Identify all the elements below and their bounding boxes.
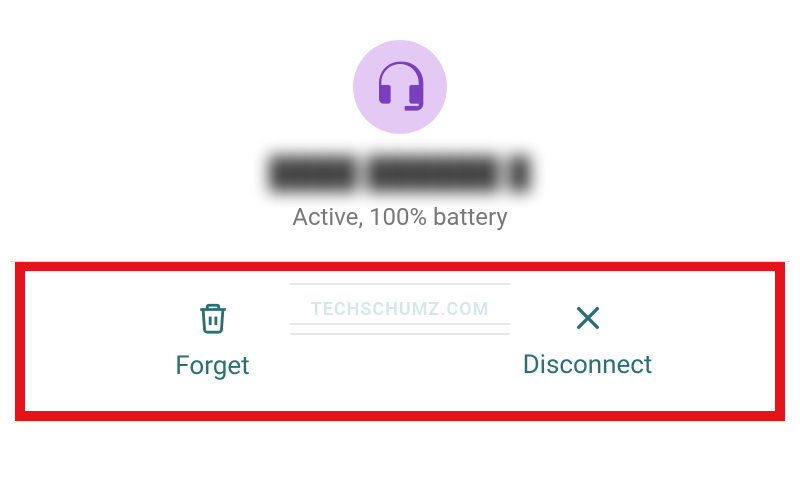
watermark-line xyxy=(290,323,510,325)
device-name: ████ ██████ █ xyxy=(269,156,531,191)
close-icon xyxy=(572,302,604,338)
disconnect-label: Disconnect xyxy=(523,350,653,380)
watermark-line xyxy=(290,333,510,335)
disconnect-button[interactable]: Disconnect xyxy=(400,271,775,411)
device-icon-circle xyxy=(353,40,447,134)
trash-icon xyxy=(196,301,230,339)
headset-icon xyxy=(372,57,428,117)
action-bar-highlight: TECHSCHUMZ.COM Forget Disconnect xyxy=(15,261,785,421)
forget-label: Forget xyxy=(175,351,249,381)
divider xyxy=(10,261,790,262)
device-status: Active, 100% battery xyxy=(292,203,507,231)
watermark-line xyxy=(290,283,510,285)
forget-button[interactable]: Forget xyxy=(25,271,400,411)
